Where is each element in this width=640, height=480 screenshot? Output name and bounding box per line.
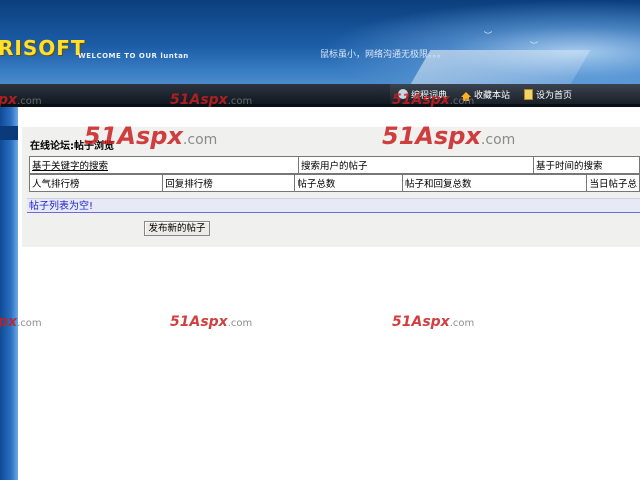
- header-slogan: 鼠标虽小，网络沟通无极限。。。: [320, 50, 447, 60]
- left-sidebar: [0, 107, 18, 480]
- bird-icon: ︶: [484, 31, 492, 40]
- watermark-logo: px.com: [0, 314, 42, 330]
- watermark-logo: 51Aspx.com: [84, 122, 218, 150]
- ranking-table: 人气排行榜 回复排行榜 帖子总数 帖子和回复总数 当日帖子总: [28, 174, 640, 192]
- site-logo: RISOFT: [0, 36, 86, 60]
- total-posts[interactable]: 帖子总数: [294, 174, 403, 192]
- watermark-logo: 51Aspx.com: [170, 314, 253, 330]
- watermark-logo: 51Aspx.com: [392, 314, 475, 330]
- search-by-time[interactable]: 基于时间的搜索: [533, 156, 640, 174]
- search-options-table: 基于关键字的搜索 搜索用户的帖子 基于时间的搜索: [29, 156, 640, 174]
- page-icon: [524, 88, 534, 100]
- search-user-posts[interactable]: 搜索用户的帖子: [298, 156, 534, 174]
- total-posts-and-replies[interactable]: 帖子和回复总数: [401, 174, 588, 192]
- link-set-homepage[interactable]: 设为首页: [524, 88, 572, 101]
- watermark-logo: 51Aspx.com: [382, 122, 516, 150]
- watermark-logo: 51Aspx.com: [392, 92, 475, 108]
- reply-ranking[interactable]: 回复排行榜: [162, 174, 296, 192]
- watermark-logo: 51Aspx.com: [170, 92, 253, 108]
- watermark-logo: px.com: [0, 92, 42, 108]
- link-bookmark-label: 收藏本站: [474, 90, 511, 101]
- popularity-ranking[interactable]: 人气排行榜: [28, 174, 164, 192]
- search-keyword-cell: 基于关键字的搜索: [29, 156, 299, 174]
- sidebar-tab: [0, 126, 18, 140]
- search-by-keyword-link[interactable]: 基于关键字的搜索: [32, 161, 108, 172]
- empty-list-message: 帖子列表为空!: [27, 198, 640, 213]
- new-post-button[interactable]: 发布新的帖子: [144, 221, 210, 236]
- link-set-homepage-label: 设为首页: [536, 90, 573, 101]
- welcome-text: WELCOME TO OUR luntan: [78, 52, 189, 60]
- bird-icon: ︶: [530, 41, 538, 50]
- daily-posts[interactable]: 当日帖子总: [586, 174, 640, 192]
